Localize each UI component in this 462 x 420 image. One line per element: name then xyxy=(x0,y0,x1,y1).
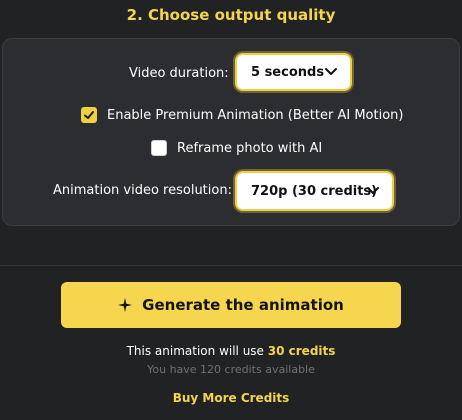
usage-prefix: This animation will use xyxy=(126,344,268,358)
section-title: 2. Choose output quality xyxy=(126,6,336,24)
credits-available: You have 120 credits available xyxy=(147,363,315,376)
duration-value: 5 seconds xyxy=(251,64,325,80)
reframe-option[interactable]: Reframe photo with AI xyxy=(151,140,322,156)
premium-checkbox[interactable] xyxy=(81,107,97,123)
reframe-checkbox[interactable] xyxy=(151,140,167,156)
premium-animation-option[interactable]: Enable Premium Animation (Better AI Moti… xyxy=(81,107,403,123)
resolution-select[interactable]: 720p (30 credits) xyxy=(235,171,394,211)
credit-usage-text: This animation will use 30 credits xyxy=(0,344,462,358)
premium-label: Enable Premium Animation (Better AI Moti… xyxy=(107,107,404,123)
reframe-label: Reframe photo with AI xyxy=(177,140,323,156)
check-icon xyxy=(84,111,94,119)
duration-select[interactable]: 5 seconds xyxy=(235,53,352,91)
sparkle-icon xyxy=(118,298,133,312)
resolution-value: 720p (30 credits) xyxy=(251,183,378,199)
chevron-down-icon xyxy=(325,68,337,75)
chevron-down-icon xyxy=(367,187,379,194)
duration-label: Video duration: xyxy=(129,66,229,81)
generate-animation-button[interactable]: Generate the animation xyxy=(61,282,401,328)
usage-credits: 30 credits xyxy=(267,344,336,358)
buy-more-credits-link[interactable]: Buy More Credits xyxy=(0,391,462,405)
generate-animation-label: Generate the animation xyxy=(142,296,344,314)
page: 2. Choose output quality Video duration:… xyxy=(0,0,462,420)
options-panel: Video duration: 5 seconds Enable Premium… xyxy=(2,38,460,226)
section-divider xyxy=(0,265,462,266)
resolution-label: Animation video resolution: xyxy=(53,183,232,198)
